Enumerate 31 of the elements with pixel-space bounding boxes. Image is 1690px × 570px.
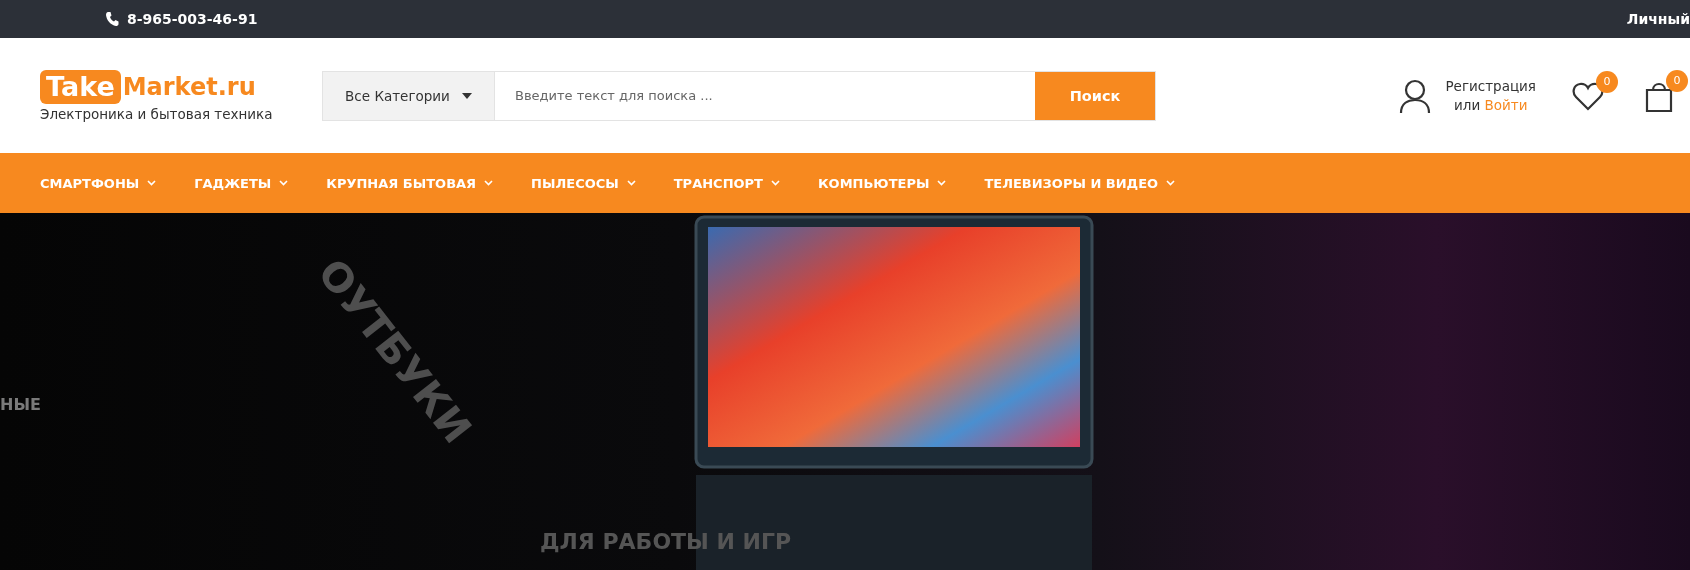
chevron-down-icon [279,180,289,186]
caret-icon [461,92,472,99]
user-icon[interactable] [1399,78,1432,113]
account-link[interactable]: Личный [1626,11,1690,27]
heart-icon[interactable] [1572,80,1604,111]
login-link[interactable]: Войти [1484,96,1528,113]
nav-menu-item[interactable]: КРУПНАЯ БЫТОВАЯ [326,175,494,191]
banner-subtitle: ДЛЯ РАБОТЫ И ИГР [540,529,792,554]
nav-menu-item[interactable]: КОМПЬЮТЕРЫ [817,175,947,191]
search-bar[interactable]: Все Категории Введите текст для поиска ... Поиск [322,70,1156,121]
wishlist-count-badge: 0 [1596,70,1618,93]
chevron-down-icon [626,180,636,186]
cart-count-badge: 0 [1666,69,1688,92]
nav-menu-item[interactable]: ТЕЛЕВИЗОРЫ И ВИДЕО [984,175,1176,191]
chevron-down-icon [937,180,947,186]
chevron-down-icon [770,180,780,186]
chevron-down-icon [484,180,494,186]
register-link[interactable]: Регистрация [1445,76,1536,96]
chevron-down-icon [147,180,157,186]
category-dropdown[interactable]: Все Категории [323,71,495,120]
nav-menu-item[interactable]: ТРАНСПОРТ [673,175,780,191]
search-button[interactable]: Поиск [1035,71,1155,120]
logo[interactable]: Take Market.ru Электроника и бытовая техника [40,69,302,122]
phone-number[interactable]: 8-965-003-46-91 [127,11,258,27]
nav-menu-item[interactable]: ПЫЛЕСОСЫ [531,175,636,191]
phone-icon [105,11,119,27]
or-text: или [1454,96,1481,113]
banner-caption: НЫЕ [0,395,41,414]
chevron-down-icon [1166,180,1176,186]
nav-menu-item[interactable]: СМАРТФОНЫ [40,175,157,191]
nav-menu-item[interactable]: ГАДЖЕТЫ [194,175,289,191]
